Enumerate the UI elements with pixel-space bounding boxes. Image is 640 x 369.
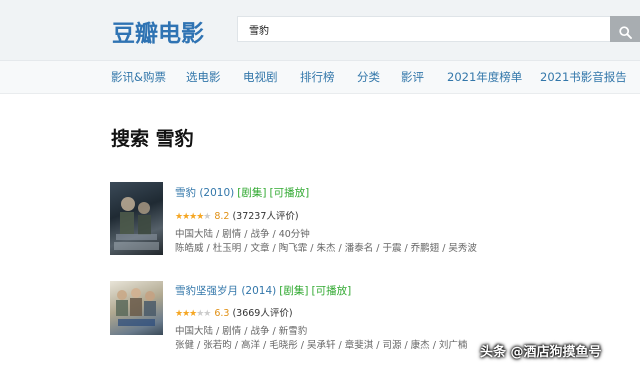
result-cast: 张健 / 张若昀 / 高洋 / 毛晓彤 / 吴承轩 / 章斐淇 / 司源 / 康… [175,340,468,351]
top-header: 豆瓣电影 [0,0,640,61]
nav-item-tv[interactable]: 电视剧 [243,69,278,85]
search-button[interactable] [610,16,640,42]
result-title-link[interactable]: 雪豹坚强岁月 (2014) [175,285,276,297]
poster-image [114,197,159,250]
rating-votes: (37237人评价) [232,211,299,222]
rating-stars: ★★★★★ [175,309,211,319]
rating-row: ★★★★★ 8.2 (37237人评价) [175,208,299,222]
nav-item-annual-list[interactable]: 2021年度榜单 [447,69,522,85]
result-poster[interactable] [110,281,163,335]
tag-playable[interactable]: [可播放] [269,187,309,199]
tag-series[interactable]: [剧集] [237,187,266,199]
result-title-link[interactable]: 雪豹 (2010) [175,187,234,199]
douban-movie-logo[interactable]: 豆瓣电影 [112,14,204,48]
rating-votes: (3669人评价) [232,308,293,319]
rating-score: 6.3 [214,308,230,319]
nav-bar: 影讯&购票 选电影 电视剧 排行榜 分类 影评 2021年度榜单 2021书影音… [0,61,640,94]
nav-item-explore[interactable]: 选电影 [186,69,221,85]
rating-stars: ★★★★★ [175,212,211,222]
poster-image [116,288,156,326]
result-meta: 中国大陆 / 剧情 / 战争 / 40分钟 [175,229,310,240]
nav-item-annual-report[interactable]: 2021书影音报告 [540,69,627,85]
result-cast: 陈皓威 / 杜玉明 / 文章 / 陶飞霏 / 朱杰 / 潘泰名 / 于震 / 乔… [175,243,477,254]
tag-series[interactable]: [剧集] [279,285,308,297]
search-input[interactable] [237,16,610,42]
result-title-row: 雪豹坚强岁月 (2014) [剧集] [可播放] [175,283,351,298]
result-title-row: 雪豹 (2010) [剧集] [可播放] [175,185,309,200]
result-meta: 中国大陆 / 剧情 / 战争 / 新雪豹 [175,326,308,337]
rating-score: 8.2 [214,211,230,222]
nav-item-review[interactable]: 影评 [401,69,424,85]
tag-playable[interactable]: [可播放] [311,285,351,297]
nav-item-tickets[interactable]: 影讯&购票 [111,69,166,85]
result-poster[interactable] [110,182,163,255]
watermark: 头条 @酒店狗摸鱼号 [480,345,602,360]
page-title: 搜索 雪豹 [111,128,194,150]
search-icon [618,25,632,39]
rating-row: ★★★★★ 6.3 (3669人评价) [175,305,293,319]
nav-item-chart[interactable]: 排行榜 [300,69,335,85]
nav-item-tag[interactable]: 分类 [357,69,380,85]
